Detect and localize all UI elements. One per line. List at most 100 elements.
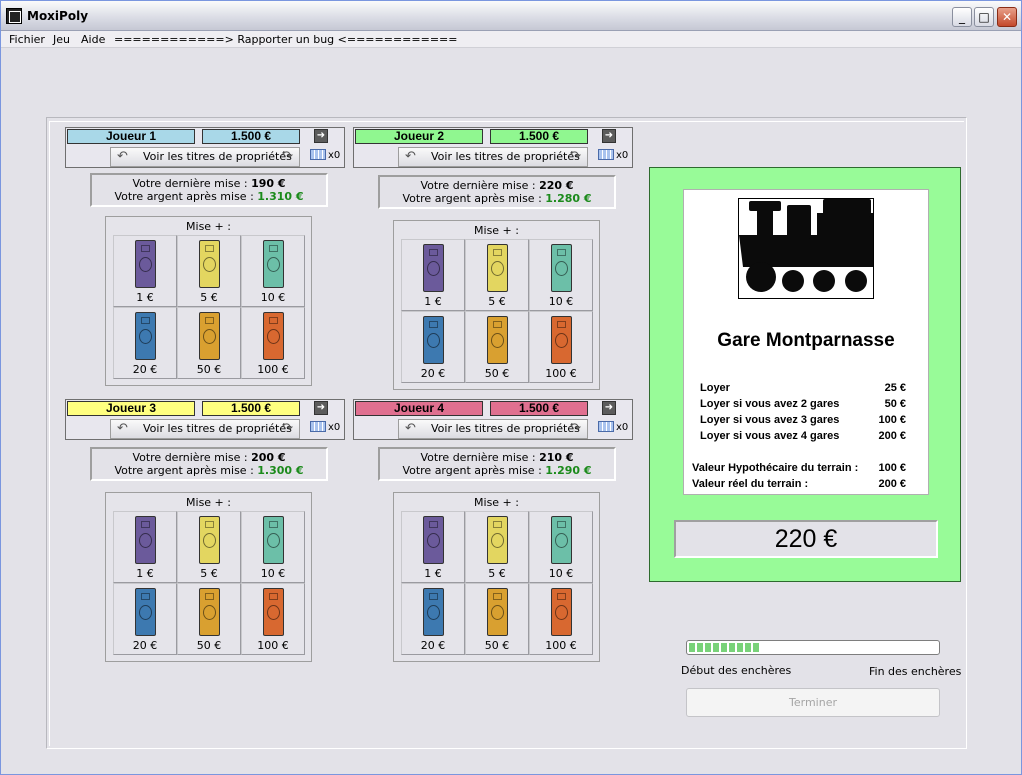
progress-segment xyxy=(705,643,711,652)
banknote-icon xyxy=(135,240,156,288)
window-title: MoxiPoly xyxy=(27,9,89,23)
bid-notes-panel: Mise + : 1 € 5 € 10 € 20 € 50 € 100 € xyxy=(393,220,600,390)
banknote-icon xyxy=(263,588,284,636)
arrow-right-icon[interactable]: ➜ xyxy=(602,401,616,415)
rotate-left-icon: ↶ xyxy=(405,421,416,436)
note-button[interactable]: 50 € xyxy=(465,311,529,383)
progress-segment xyxy=(689,643,695,652)
property-row-value: 200 € xyxy=(878,478,906,490)
note-button[interactable]: 10 € xyxy=(529,239,593,311)
view-titles-label: Voir les titres de propriétés xyxy=(431,150,580,163)
note-button[interactable]: 1 € xyxy=(401,239,465,311)
note-button[interactable]: 10 € xyxy=(529,511,593,583)
cards-count: x0 xyxy=(616,422,629,433)
bid-summary: Votre dernière mise : 200 € Votre argent… xyxy=(90,447,328,481)
banknote-icon xyxy=(199,588,220,636)
note-button[interactable]: 20 € xyxy=(113,583,177,655)
note-value: 5 € xyxy=(488,295,506,308)
property-row-label: Valeur réel du terrain : xyxy=(692,478,809,490)
view-titles-button[interactable]: ↶ Voir les titres de propriétés ↷ xyxy=(398,147,588,167)
note-button[interactable]: 50 € xyxy=(465,583,529,655)
money-after-label: Votre argent après mise : xyxy=(402,464,542,477)
finish-button[interactable]: Terminer xyxy=(686,688,940,717)
rotate-right-icon: ↷ xyxy=(282,421,293,436)
note-button[interactable]: 1 € xyxy=(401,511,465,583)
mise-label: Mise + : xyxy=(186,220,231,233)
note-button[interactable]: 50 € xyxy=(177,307,241,379)
progress-segment xyxy=(737,643,743,652)
view-titles-button[interactable]: ↶ Voir les titres de propriétés ↷ xyxy=(398,419,588,439)
banknote-icon xyxy=(199,516,220,564)
minimize-button[interactable]: _ xyxy=(952,7,972,27)
note-button[interactable]: 5 € xyxy=(177,235,241,307)
last-bid-label: Votre dernière mise : xyxy=(420,179,536,192)
arrow-right-icon[interactable]: ➜ xyxy=(602,129,616,143)
money-after-label: Votre argent après mise : xyxy=(114,464,254,477)
menu-bar: Fichier Jeu Aide ============> Rapporter… xyxy=(1,31,1021,48)
banknote-icon xyxy=(423,516,444,564)
last-bid-label: Votre dernière mise : xyxy=(132,177,248,190)
view-titles-button[interactable]: ↶ Voir les titres de propriétés ↷ xyxy=(110,147,300,167)
bid-notes-panel: Mise + : 1 € 5 € 10 € 20 € 50 € 100 € xyxy=(393,492,600,662)
auction-start-label: Début des enchères xyxy=(681,664,792,677)
arrow-right-icon[interactable]: ➜ xyxy=(314,129,328,143)
note-button[interactable]: 100 € xyxy=(241,583,305,655)
player-name: Joueur 4 xyxy=(355,401,483,416)
note-button[interactable]: 100 € xyxy=(529,583,593,655)
banknote-icon xyxy=(199,240,220,288)
player-panel: Joueur 2 1.500 € ➜ ↶ Voir les titres de … xyxy=(353,127,633,168)
rotate-left-icon: ↶ xyxy=(117,421,128,436)
note-button[interactable]: 50 € xyxy=(177,583,241,655)
note-button[interactable]: 10 € xyxy=(241,235,305,307)
note-button[interactable]: 1 € xyxy=(113,235,177,307)
maximize-button[interactable]: □ xyxy=(974,7,994,27)
current-price: 220 € xyxy=(674,520,938,558)
player-name: Joueur 3 xyxy=(67,401,195,416)
note-button[interactable]: 5 € xyxy=(465,511,529,583)
note-button[interactable]: 10 € xyxy=(241,511,305,583)
note-button[interactable]: 100 € xyxy=(529,311,593,383)
banknote-icon xyxy=(135,312,156,360)
banknote-icon xyxy=(551,516,572,564)
close-button[interactable]: ✕ xyxy=(997,7,1017,27)
note-button[interactable]: 100 € xyxy=(241,307,305,379)
note-button[interactable]: 20 € xyxy=(113,307,177,379)
note-value: 10 € xyxy=(548,295,574,308)
note-value: 100 € xyxy=(545,367,577,380)
player-panel: Joueur 1 1.500 € ➜ ↶ Voir les titres de … xyxy=(65,127,345,168)
train-icon xyxy=(738,198,874,299)
title-bar: MoxiPoly _ □ ✕ xyxy=(1,1,1021,31)
note-value: 20 € xyxy=(132,363,158,376)
rotate-left-icon: ↶ xyxy=(405,149,416,164)
rotate-right-icon: ↷ xyxy=(570,149,581,164)
banknote-icon xyxy=(423,316,444,364)
cards-count: x0 xyxy=(328,150,341,161)
mise-label: Mise + : xyxy=(186,496,231,509)
property-row-value: 50 € xyxy=(884,398,906,410)
note-button[interactable]: 20 € xyxy=(401,311,465,383)
progress-segment xyxy=(729,643,735,652)
note-value: 50 € xyxy=(196,639,222,652)
progress-segment xyxy=(697,643,703,652)
bid-summary: Votre dernière mise : 210 € Votre argent… xyxy=(378,447,616,481)
money-after-label: Votre argent après mise : xyxy=(114,190,254,203)
arrow-right-icon[interactable]: ➜ xyxy=(314,401,328,415)
note-button[interactable]: 1 € xyxy=(113,511,177,583)
money-after-label: Votre argent après mise : xyxy=(402,192,542,205)
progress-segment xyxy=(713,643,719,652)
note-button[interactable]: 5 € xyxy=(177,511,241,583)
cards-icon xyxy=(598,421,614,432)
menu-jeu[interactable]: Jeu xyxy=(53,33,70,46)
menu-report-bug[interactable]: ============> Rapporter un bug <========… xyxy=(114,33,457,46)
note-button[interactable]: 20 € xyxy=(401,583,465,655)
view-titles-label: Voir les titres de propriétés xyxy=(431,422,580,435)
note-value: 1 € xyxy=(136,291,154,304)
menu-aide[interactable]: Aide xyxy=(81,33,105,46)
note-value: 50 € xyxy=(484,639,510,652)
progress-segment xyxy=(753,643,759,652)
rotate-left-icon: ↶ xyxy=(117,149,128,164)
note-button[interactable]: 5 € xyxy=(465,239,529,311)
view-titles-button[interactable]: ↶ Voir les titres de propriétés ↷ xyxy=(110,419,300,439)
money-after-value: 1.290 € xyxy=(545,464,592,477)
menu-fichier[interactable]: Fichier xyxy=(9,33,45,46)
